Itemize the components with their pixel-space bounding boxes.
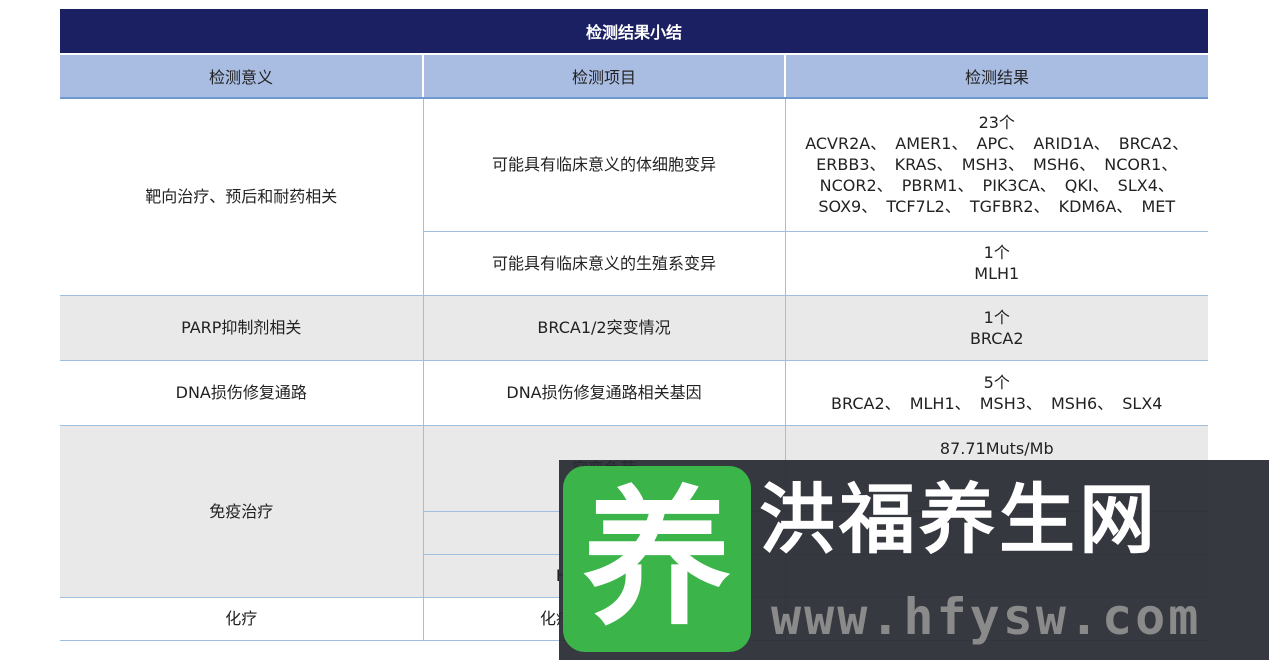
result-count: 1个 <box>983 307 1010 327</box>
result-dna: 5个 BRCA2、 MLH1、 MSH3、 MSH6、 SLX4 <box>785 360 1208 426</box>
meaning-chemo: 化疗 <box>60 597 424 641</box>
watermark-overlay: 养 洪福养生网 www.hfysw.com <box>559 460 1269 660</box>
item-germline: 可能具有临床意义的生殖系变异 <box>423 231 786 296</box>
meaning-targeted: 靶向治疗、预后和耐药相关 <box>60 98 424 296</box>
header-item: 检测项目 <box>423 55 786 99</box>
logo-char: 养 <box>583 473 731 645</box>
header-meaning: 检测意义 <box>60 55 424 99</box>
meaning-immuno: 免疫治疗 <box>60 425 424 598</box>
site-url: www.hfysw.com <box>771 588 1202 646</box>
meaning-parp: PARP抑制剂相关 <box>60 295 424 361</box>
result-germline: 1个 MLH1 <box>785 231 1208 296</box>
item-parp: BRCA1/2突变情况 <box>423 295 786 361</box>
item-dna: DNA损伤修复通路相关基因 <box>423 360 786 426</box>
gene-line: BRCA2 <box>969 328 1024 348</box>
table-row: PARP抑制剂相关 BRCA1/2突变情况 1个 BRCA2 <box>60 295 1208 361</box>
table-row: DNA损伤修复通路 DNA损伤修复通路相关基因 5个 BRCA2、 MLH1、 … <box>60 360 1208 426</box>
site-name: 洪福养生网 <box>759 475 1159 564</box>
header-result: 检测结果 <box>785 55 1208 99</box>
gene-line: SOX9、 TCF7L2、 TGFBR2、 KDM6A、 MET <box>818 197 1176 217</box>
result-count: 23个 <box>978 113 1015 133</box>
result-parp: 1个 BRCA2 <box>785 295 1208 361</box>
page: 检测结果小结 检测意义 检测项目 检测结果 靶向治疗、预后和耐药相关 可能具有临… <box>0 0 1269 660</box>
result-somatic: 23个 ACVR2A、 AMER1、 APC、 ARID1A、 BRCA2、 E… <box>785 98 1208 232</box>
meaning-dna: DNA损伤修复通路 <box>60 360 424 426</box>
table-title: 检测结果小结 <box>60 9 1208 55</box>
gene-line: ERBB3、 KRAS、 MSH3、 MSH6、 NCOR1、 <box>816 155 1178 175</box>
gene-line: NCOR2、 PBRM1、 PIK3CA、 QKI、 SLX4、 <box>819 176 1174 196</box>
gene-line: MLH1 <box>974 264 1020 283</box>
site-logo-icon: 养 <box>563 466 751 652</box>
gene-line: BRCA2、 MLH1、 MSH3、 MSH6、 SLX4 <box>831 393 1163 413</box>
result-count: 5个 <box>983 372 1010 392</box>
result-count: 1个 <box>983 243 1010 262</box>
header-row: 检测意义 检测项目 检测结果 <box>60 55 1208 99</box>
table-row: 靶向治疗、预后和耐药相关 可能具有临床意义的体细胞变异 23个 ACVR2A、 … <box>60 98 1208 296</box>
gene-line: ACVR2A、 AMER1、 APC、 ARID1A、 BRCA2、 <box>805 134 1189 154</box>
item-somatic: 可能具有临床意义的体细胞变异 <box>423 98 786 232</box>
